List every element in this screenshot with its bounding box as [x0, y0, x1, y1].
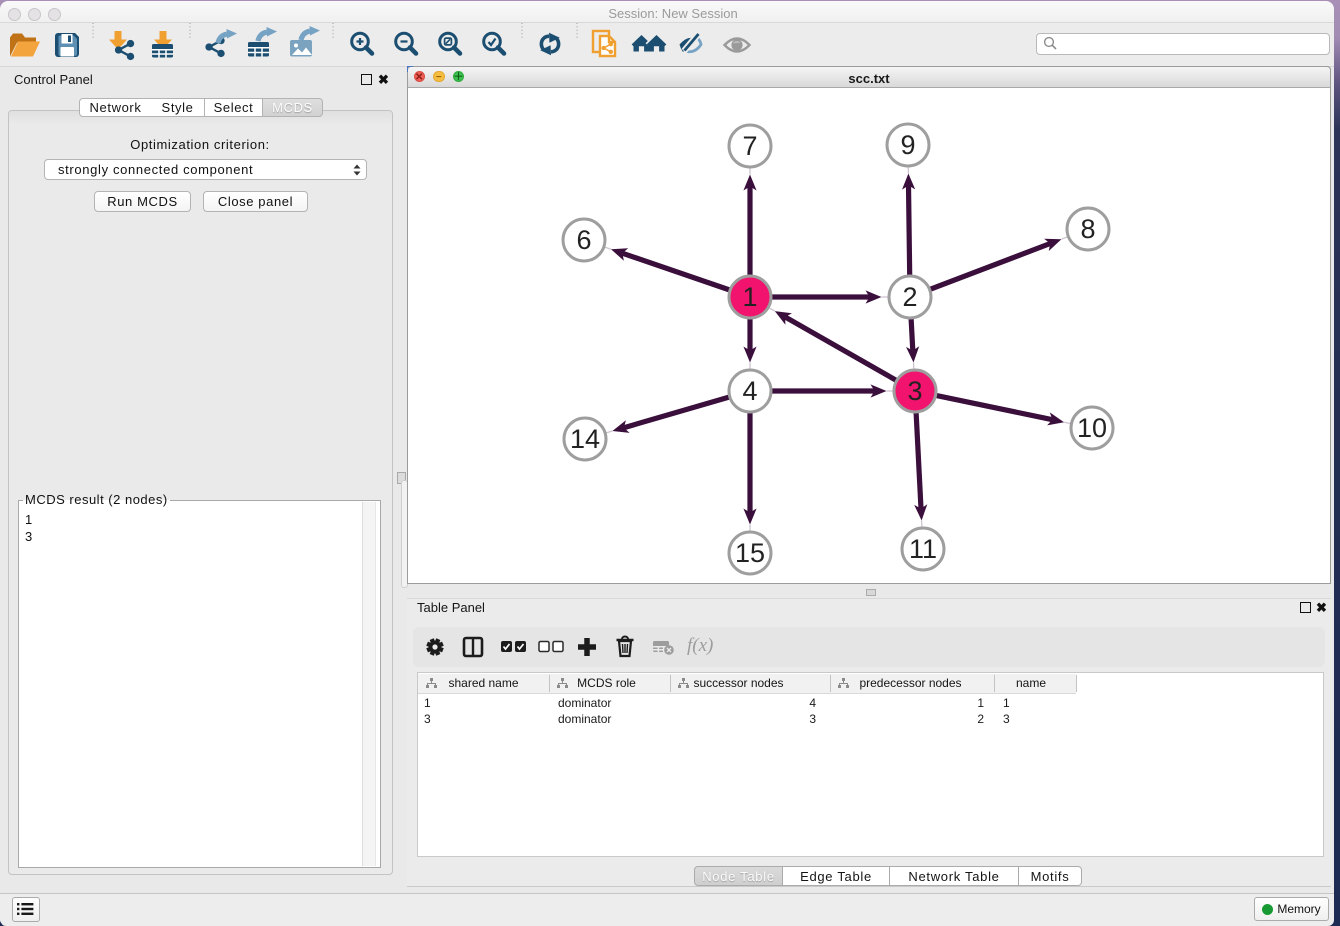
svg-text:9: 9 [900, 130, 915, 160]
svg-text:14: 14 [570, 424, 600, 454]
svg-text:1: 1 [742, 282, 757, 312]
svg-text:6: 6 [576, 225, 591, 255]
svg-text:7: 7 [742, 131, 757, 161]
svg-text:2: 2 [902, 282, 917, 312]
svg-text:15: 15 [735, 538, 765, 568]
svg-text:4: 4 [742, 376, 757, 406]
svg-text:8: 8 [1080, 214, 1095, 244]
svg-text:10: 10 [1077, 413, 1107, 443]
svg-text:11: 11 [909, 534, 937, 564]
svg-text:3: 3 [907, 376, 922, 406]
